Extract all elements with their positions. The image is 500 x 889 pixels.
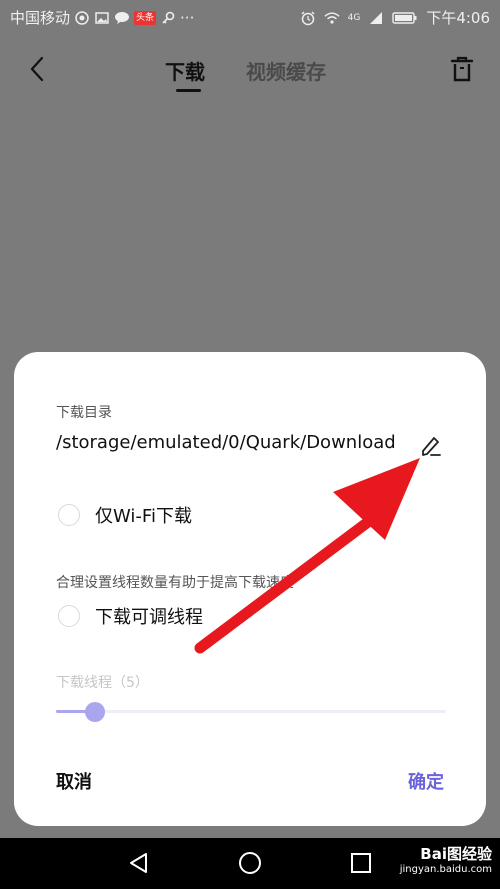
slider-thumb[interactable] [85,702,105,722]
wifi-icon [324,10,340,26]
confirm-button[interactable]: 确定 [408,768,444,794]
signal-icon [368,10,384,26]
thread-hint-text: 合理设置线程数量有助于提高下载速度 [56,575,294,591]
toutiao-badge-icon: 头条 [134,10,157,25]
app-notification-icon [74,10,90,26]
thread-count-slider[interactable] [56,702,446,722]
network-type-label: 4G [347,12,361,23]
wifi-only-label: 仅Wi-Fi下载 [95,506,192,527]
nav-back-icon[interactable] [127,851,151,875]
wifi-only-radio[interactable] [58,504,80,526]
thread-count-label: 下载线程（5） [56,675,149,691]
alarm-icon [300,10,316,26]
edit-pencil-icon[interactable] [418,432,444,458]
tab-download[interactable]: 下载 [165,56,205,85]
adjustable-threads-option[interactable]: 下载可调线程 [58,603,203,629]
slider-track [56,710,446,713]
tab-video-cache[interactable]: 视频缓存 [246,56,326,85]
wifi-only-option[interactable]: 仅Wi-Fi下载 [58,502,192,528]
download-directory-path: /storage/emulated/0/Quark/Download [56,432,396,453]
back-arrow-icon[interactable] [22,52,54,86]
top-navigation: 下载 视频缓存 [0,40,500,100]
photo-notification-icon [94,10,110,26]
adjustable-threads-label: 下载可调线程 [95,607,203,628]
nav-home-icon[interactable] [238,851,262,875]
watermark-brand: Bai图经验 [420,845,492,863]
nav-recents-icon[interactable] [349,851,373,875]
download-settings-dialog: 下载目录 /storage/emulated/0/Quark/Download … [14,352,486,826]
system-navigation-bar: Bai图经验 jingyan.baidu.com [0,838,500,889]
baidu-jingyan-watermark: Bai图经验 jingyan.baidu.com [400,846,492,878]
battery-icon [392,10,418,26]
more-notifications-label: ··· [180,8,195,27]
chat-bubble-icon [114,10,130,26]
key-icon [160,10,176,26]
trash-icon[interactable] [447,54,477,84]
download-directory-label: 下载目录 [56,405,112,421]
cancel-button[interactable]: 取消 [56,768,92,794]
watermark-url: jingyan.baidu.com [399,864,492,875]
status-bar: 中国移动 头条 ··· 4G 下午4:06 [0,0,500,34]
carrier-label: 中国移动 [10,9,71,27]
active-tab-indicator [176,89,201,92]
adjustable-threads-radio[interactable] [58,605,80,627]
clock-label: 下午4:06 [426,9,490,27]
